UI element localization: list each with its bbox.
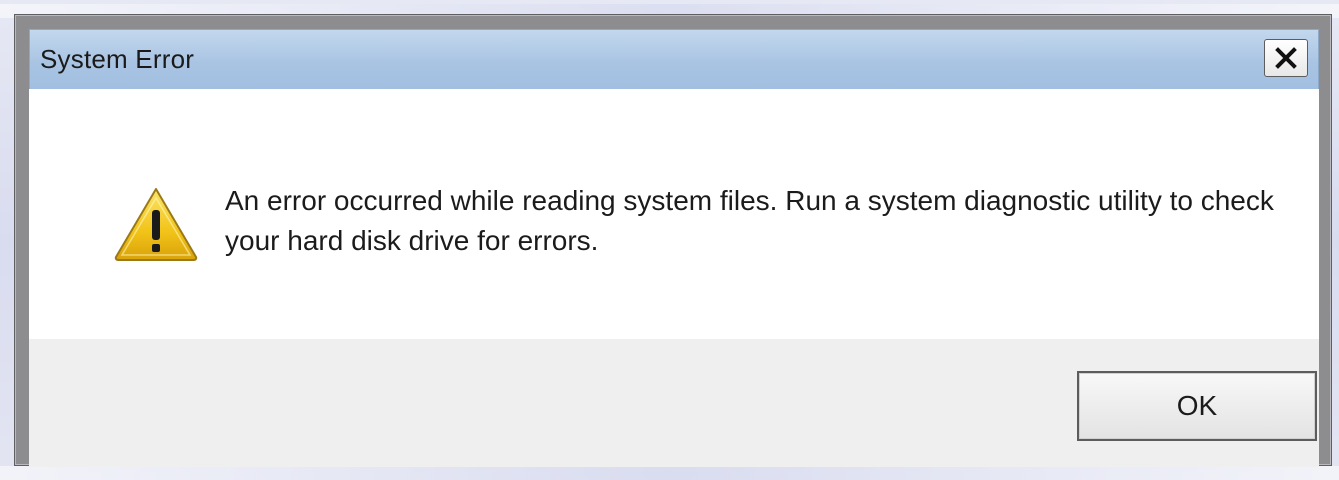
title-bar[interactable]: System Error: [29, 29, 1319, 89]
error-dialog: System Error An error occurred while rea…: [14, 14, 1332, 467]
close-button[interactable]: [1264, 39, 1308, 77]
error-message: An error occurred while reading system f…: [225, 185, 1274, 256]
warning-icon: [114, 188, 198, 261]
dialog-button-bar: OK: [29, 339, 1319, 467]
desktop-background-streak: [0, 466, 1339, 480]
dialog-title: System Error: [40, 44, 195, 74]
dialog-content: An error occurred while reading system f…: [29, 89, 1319, 339]
close-icon: [1275, 47, 1297, 69]
ok-button[interactable]: OK: [1077, 371, 1317, 441]
